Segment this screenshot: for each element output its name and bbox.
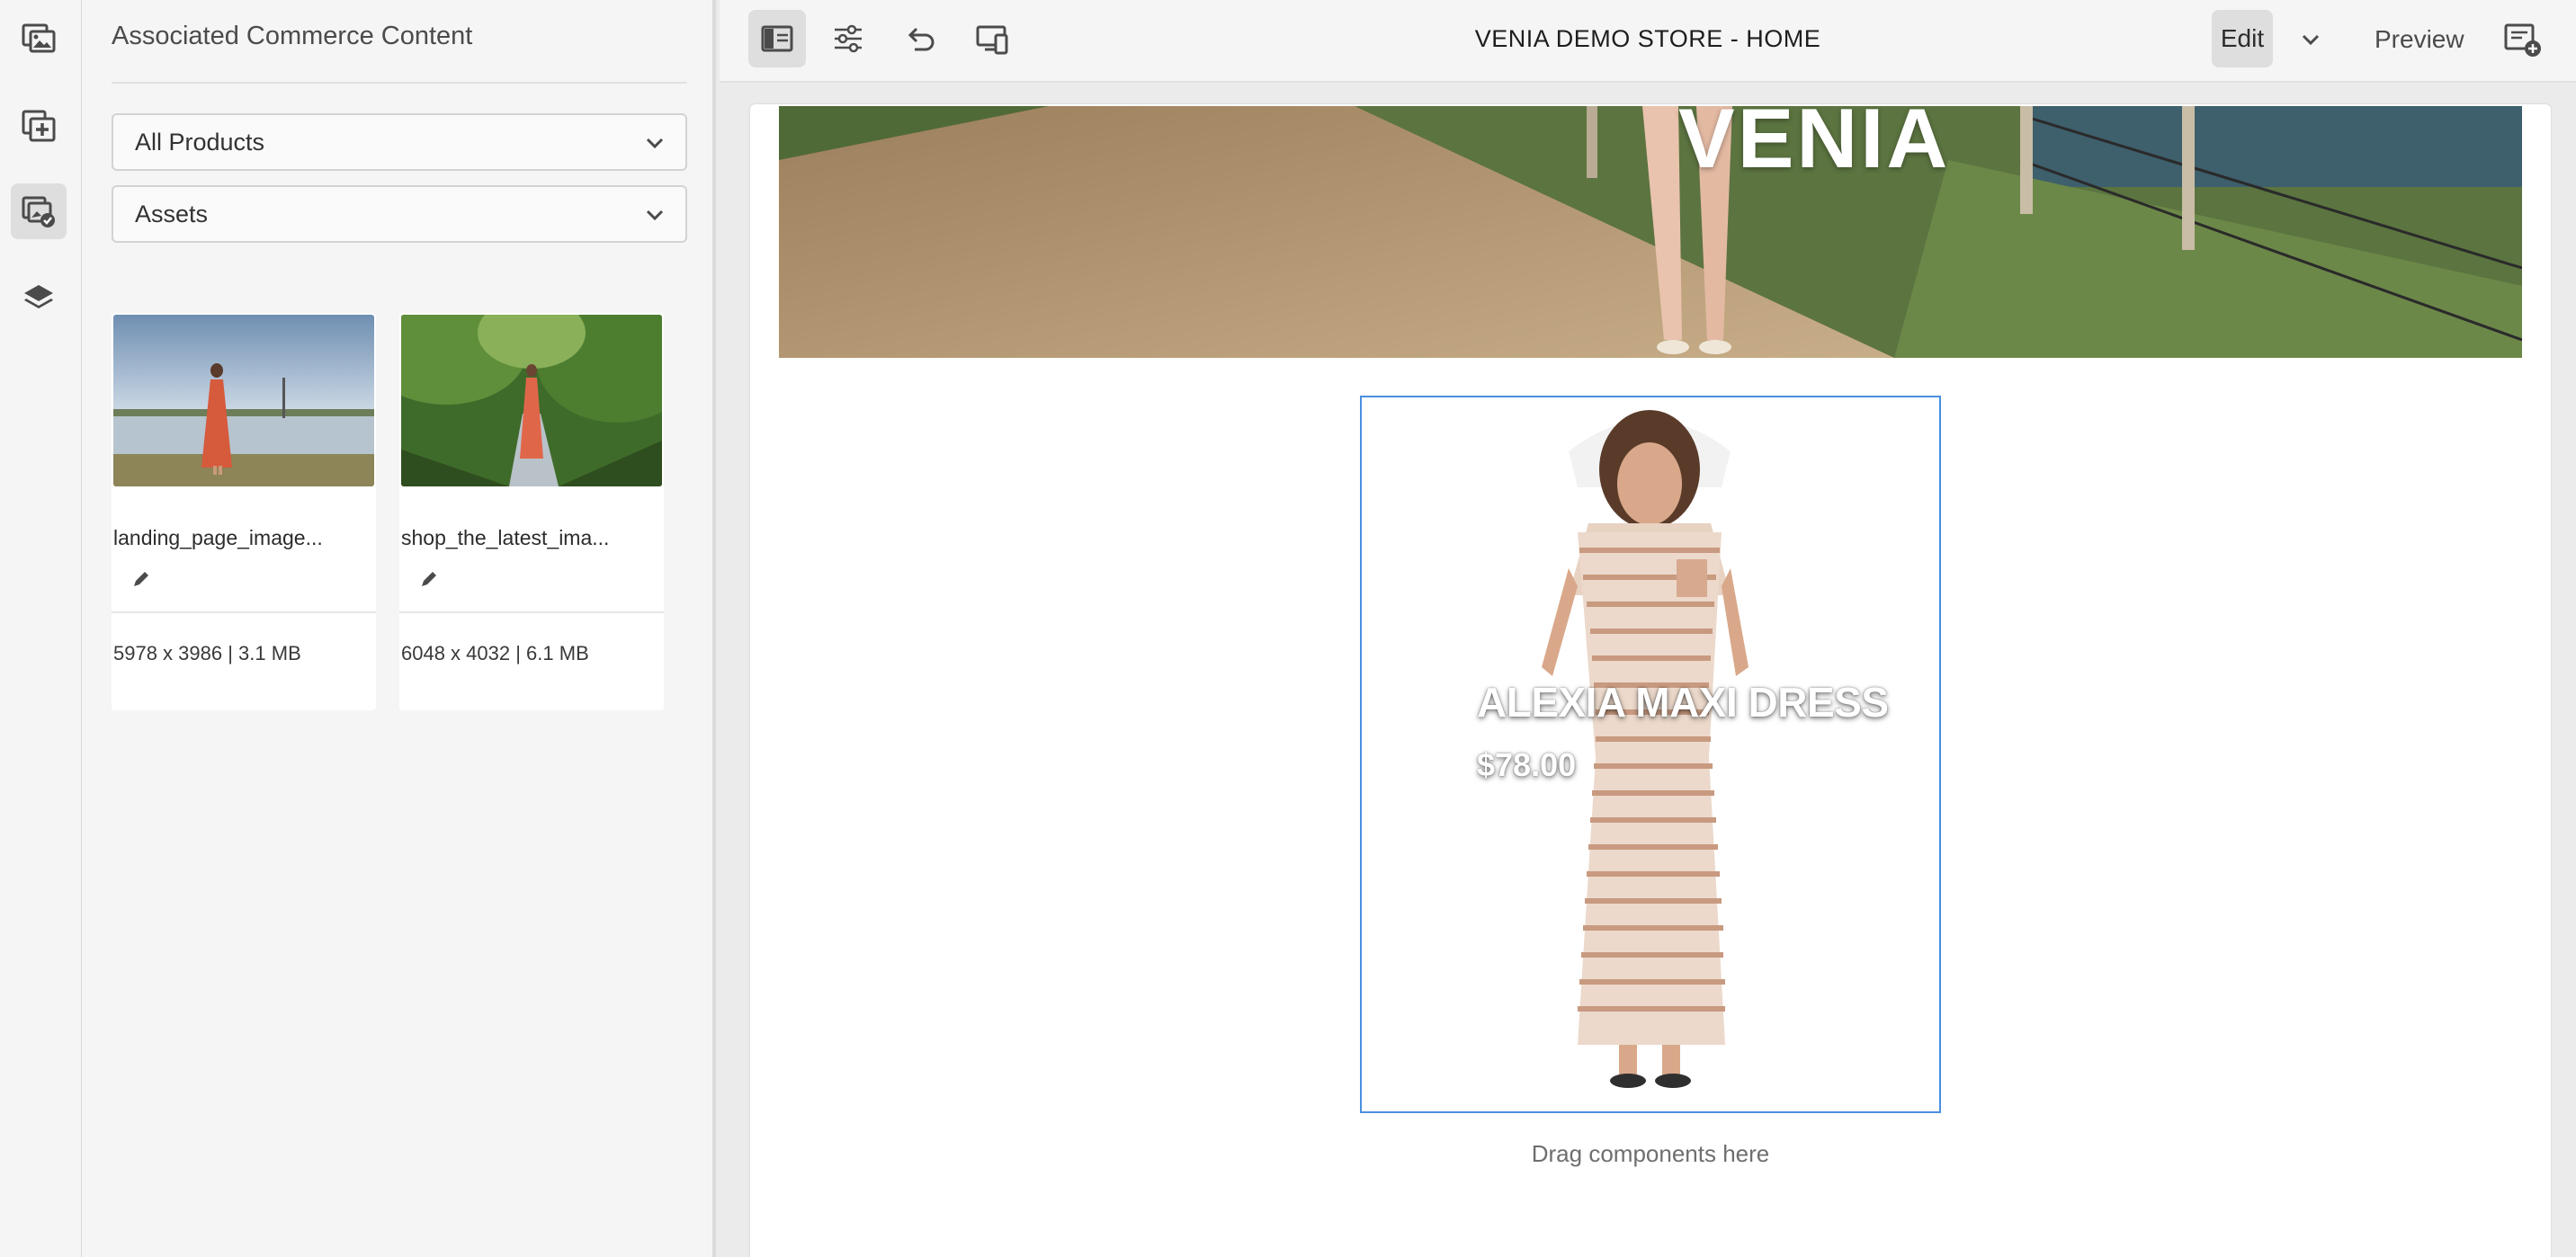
drop-zone-placeholder[interactable]: Drag components here: [750, 1140, 2551, 1168]
asset-meta: 6048 x 4032 | 6.1 MB: [401, 642, 589, 664]
product-name: ALEXIA MAXI DRESS: [1477, 679, 1889, 726]
associated-content-panel: Associated Commerce Content All Products…: [82, 0, 716, 1257]
annotations-icon[interactable]: [2500, 18, 2544, 61]
card-divider: [112, 611, 376, 613]
assets-icon: [22, 23, 56, 53]
product-teaser[interactable]: ALEXIA MAXI DRESS $78.00: [1360, 396, 1941, 1113]
page-properties-button[interactable]: [819, 10, 877, 67]
page-canvas[interactable]: VENIA ALEXIA MAXI DRESS $78.00 Drag comp…: [750, 104, 2551, 1257]
product-filter-select[interactable]: All Products: [112, 113, 687, 171]
emulator-button[interactable]: [963, 10, 1021, 67]
components-rail-button[interactable]: [11, 97, 67, 153]
editor-toolbar: VENIA DEMO STORE - HOME Edit Preview: [720, 0, 2576, 83]
pencil-icon[interactable]: [130, 567, 153, 591]
product-filter-value: All Products: [135, 128, 265, 156]
side-rail: [0, 0, 82, 1257]
asset-card[interactable]: landing_page_image... 5978 x 3986 | 3.1 …: [112, 313, 376, 710]
chevron-down-icon: [646, 210, 664, 221]
asset-thumbnail[interactable]: [113, 315, 374, 486]
add-component-icon: [22, 110, 56, 142]
chevron-down-icon: [646, 138, 664, 149]
edit-mode-button[interactable]: Edit: [2212, 10, 2273, 67]
asset-thumbnail[interactable]: [401, 315, 662, 486]
asset-card[interactable]: shop_the_latest_ima... 6048 x 4032 | 6.1…: [399, 313, 664, 710]
side-panel-icon: [761, 25, 793, 52]
undo-button[interactable]: [891, 10, 949, 67]
assets-rail-button[interactable]: [11, 11, 67, 67]
commerce-content-rail-button[interactable]: [11, 183, 67, 239]
commerce-assets-icon: [22, 196, 55, 227]
content-type-value: Assets: [135, 200, 209, 227]
panel-divider: [112, 82, 687, 84]
panel-title: Associated Commerce Content: [112, 22, 473, 50]
preview-button[interactable]: Preview: [2375, 25, 2464, 54]
undo-icon: [908, 27, 935, 51]
devices-icon: [976, 25, 1008, 55]
asset-meta: 5978 x 3986 | 3.1 MB: [113, 642, 301, 664]
toggle-side-panel-button[interactable]: [748, 10, 806, 67]
content-type-select[interactable]: Assets: [112, 185, 687, 243]
product-image: [1542, 410, 1749, 1088]
hero-title: VENIA: [1678, 106, 1951, 185]
asset-name: shop_the_latest_ima...: [401, 526, 610, 549]
product-price: $78.00: [1477, 746, 1577, 783]
sliders-icon: [835, 24, 862, 53]
chevron-down-icon[interactable]: [2297, 26, 2324, 53]
content-tree-rail-button[interactable]: [11, 270, 67, 325]
hero-banner[interactable]: VENIA: [779, 106, 2522, 358]
pencil-icon[interactable]: [417, 567, 441, 591]
asset-name: landing_page_image...: [113, 526, 323, 549]
layers-icon: [24, 285, 53, 308]
card-divider: [399, 611, 664, 613]
